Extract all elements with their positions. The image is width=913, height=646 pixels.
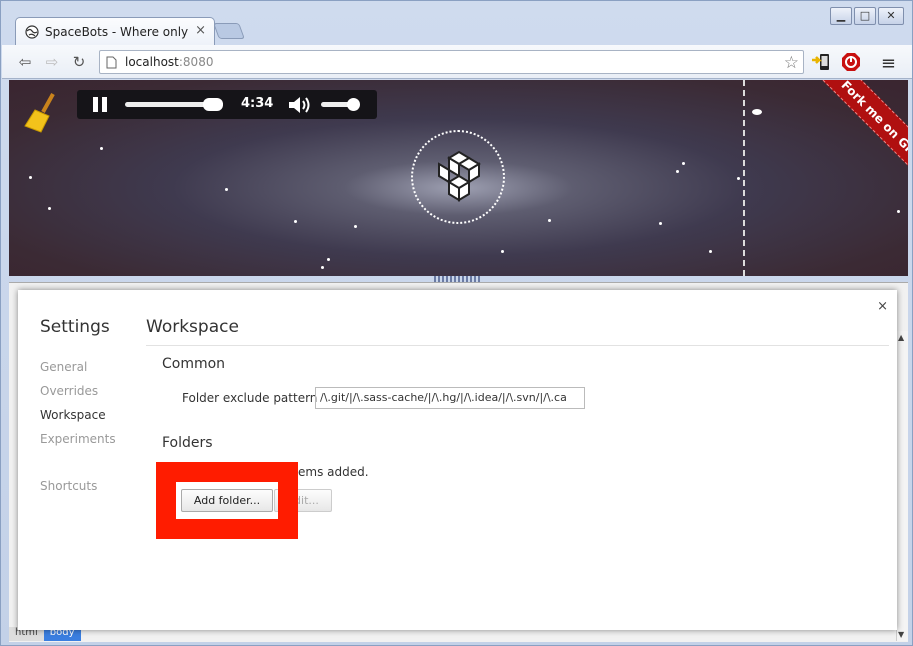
star — [225, 188, 228, 191]
browser-window: SpaceBots - Where only li × ▁ □ ✕ ⇦ ⇨ ↻ … — [0, 0, 913, 646]
browser-toolbar: ⇦ ⇨ ↻ localhost:8080 ☆ ≡ — [2, 45, 912, 79]
star — [676, 170, 679, 173]
tab-spacebots[interactable]: SpaceBots - Where only li × — [15, 17, 215, 45]
exclude-pattern-input[interactable]: /\.git/|/\.sass-cache/|/\.hg/|/\.idea/|/… — [315, 387, 585, 409]
star — [327, 258, 330, 261]
back-icon[interactable]: ⇦ — [16, 53, 34, 71]
star — [354, 225, 357, 228]
star — [294, 220, 297, 223]
extension-stop-icon[interactable] — [841, 52, 861, 72]
maximize-button[interactable]: □ — [854, 7, 876, 25]
url-port: :8080 — [178, 55, 214, 69]
close-icon[interactable]: × — [877, 299, 888, 314]
address-bar[interactable]: localhost:8080 ☆ — [99, 50, 804, 74]
time-display: 4:34 — [241, 96, 274, 111]
new-tab-button[interactable] — [213, 23, 245, 39]
ship-icon — [752, 109, 762, 115]
settings-heading: Settings — [40, 317, 110, 337]
sidebar-item-workspace[interactable]: Workspace — [40, 408, 106, 422]
tab-strip: SpaceBots - Where only li × ▁ □ ✕ — [1, 1, 912, 45]
folders-status-text: ems added. — [298, 465, 369, 479]
scroll-up-icon[interactable]: ▲ — [898, 333, 904, 342]
exclude-pattern-label: Folder exclude pattern — [182, 391, 318, 405]
divider-line — [743, 80, 745, 276]
common-section-title: Common — [162, 356, 226, 372]
page-icon — [106, 56, 117, 68]
pause-icon[interactable] — [93, 97, 107, 112]
sidebar-item-shortcuts[interactable]: Shortcuts — [40, 479, 97, 493]
settings-dialog: × Settings General Overrides Workspace E… — [18, 290, 897, 630]
menu-icon[interactable]: ≡ — [881, 53, 896, 74]
minimize-button[interactable]: ▁ — [830, 7, 852, 25]
star — [548, 219, 551, 222]
star — [100, 147, 103, 150]
cube-logo-icon — [438, 150, 481, 202]
star — [682, 162, 685, 165]
reload-icon[interactable]: ↻ — [70, 53, 88, 71]
spacebots-emblem — [411, 130, 505, 224]
divider — [146, 345, 889, 346]
tab-title: SpaceBots - Where only li — [45, 24, 193, 39]
url-host: localhost — [125, 55, 179, 69]
forward-icon[interactable]: ⇨ — [43, 53, 61, 71]
star — [501, 250, 504, 253]
scroll-down-icon[interactable]: ▼ — [898, 630, 904, 639]
star — [321, 266, 324, 269]
audio-player: 4:34 — [77, 90, 377, 119]
star — [48, 207, 51, 210]
close-window-button[interactable]: ✕ — [878, 7, 904, 25]
star — [659, 222, 662, 225]
star — [29, 176, 32, 179]
window-controls: ▁ □ ✕ — [830, 7, 904, 25]
sidebar-item-overrides[interactable]: Overrides — [40, 384, 98, 398]
star — [897, 210, 900, 213]
sidebar-item-general[interactable]: General — [40, 360, 87, 374]
fork-me-ribbon[interactable]: Fork me on GitHub — [808, 80, 908, 208]
devtools-scrollbar[interactable]: ▲ ▼ — [896, 331, 908, 641]
tab-close-icon[interactable]: × — [195, 24, 206, 38]
seek-handle[interactable] — [203, 98, 224, 111]
extension-phone-icon[interactable] — [811, 52, 831, 72]
panel-title: Workspace — [146, 317, 239, 337]
volume-icon[interactable] — [288, 96, 312, 114]
folders-section-title: Folders — [162, 435, 213, 451]
volume-handle[interactable] — [347, 98, 361, 111]
globe-icon — [25, 24, 39, 39]
broom-icon[interactable] — [23, 92, 59, 143]
bookmark-star-icon[interactable]: ☆ — [784, 53, 799, 73]
sidebar-item-experiments[interactable]: Experiments — [40, 432, 116, 446]
add-folder-button[interactable]: Add folder... — [181, 489, 273, 512]
spacebots-page: 4:34 Fork me on GitHub — [9, 80, 908, 276]
star — [737, 177, 740, 180]
star — [709, 250, 712, 253]
